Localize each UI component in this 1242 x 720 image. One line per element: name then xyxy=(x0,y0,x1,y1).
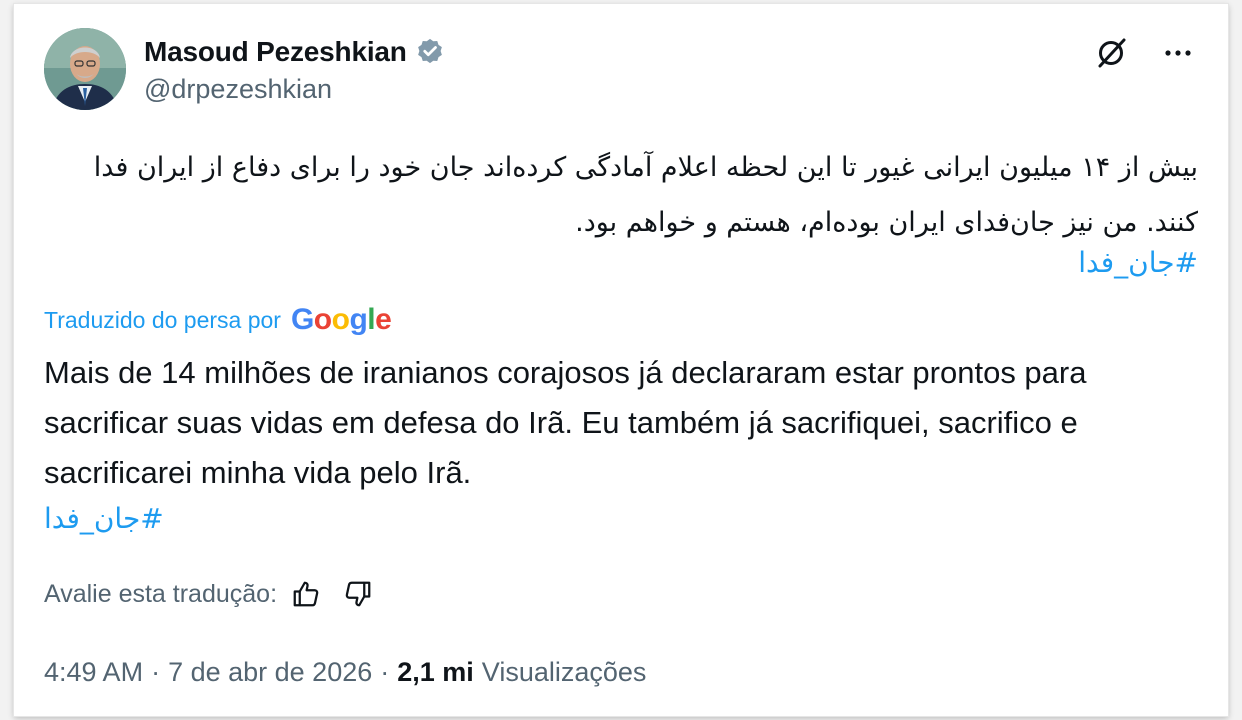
screenshot-frame: Masoud Pezeshkian @drpezeshkian بیش از ۱… xyxy=(0,0,1242,720)
translation-label[interactable]: Traduzido do persa por xyxy=(44,307,281,334)
grok-icon[interactable] xyxy=(1092,32,1132,72)
thumbs-up-icon[interactable] xyxy=(291,579,321,609)
views-label: Visualizações xyxy=(481,656,647,687)
user-handle[interactable]: @drpezeshkian xyxy=(144,74,332,105)
translated-hashtag-link[interactable]: #جان_فدا xyxy=(44,502,164,535)
views-count: 2,1 mi xyxy=(397,656,474,687)
tweet-date[interactable]: 7 de abr de 2026 xyxy=(168,657,372,688)
tweet-card: Masoud Pezeshkian @drpezeshkian بیش از ۱… xyxy=(14,4,1228,716)
original-hashtag-link[interactable]: #جان_فدا xyxy=(1078,246,1198,279)
tweet-actions-top xyxy=(1092,32,1198,72)
display-name[interactable]: Masoud Pezeshkian xyxy=(144,36,407,68)
translated-tweet-text: Mais de 14 milhões de iranianos corajoso… xyxy=(44,355,1087,490)
more-icon[interactable] xyxy=(1158,32,1198,72)
rate-translation-row: Avalie esta tradução: xyxy=(44,576,373,612)
meta-separator: · xyxy=(380,656,390,687)
translation-attribution: Traduzido do persa por Google xyxy=(44,302,392,338)
google-logo: Google xyxy=(290,303,392,336)
name-row: Masoud Pezeshkian xyxy=(144,32,445,72)
avatar[interactable] xyxy=(44,28,126,110)
thumbs-down-icon[interactable] xyxy=(343,579,373,609)
tweet-meta: 4:49 AM · 7 de abr de 2026 · 2,1 mi Visu… xyxy=(44,652,646,692)
tweet-time[interactable]: 4:49 AM xyxy=(44,657,143,688)
verified-badge-icon[interactable] xyxy=(415,37,445,67)
rate-translation-label: Avalie esta tradução: xyxy=(44,579,278,608)
original-tweet-text: بیش از ۱۴ میلیون ایرانی غیور تا این لحظه… xyxy=(93,152,1198,238)
meta-separator: · xyxy=(151,656,161,687)
